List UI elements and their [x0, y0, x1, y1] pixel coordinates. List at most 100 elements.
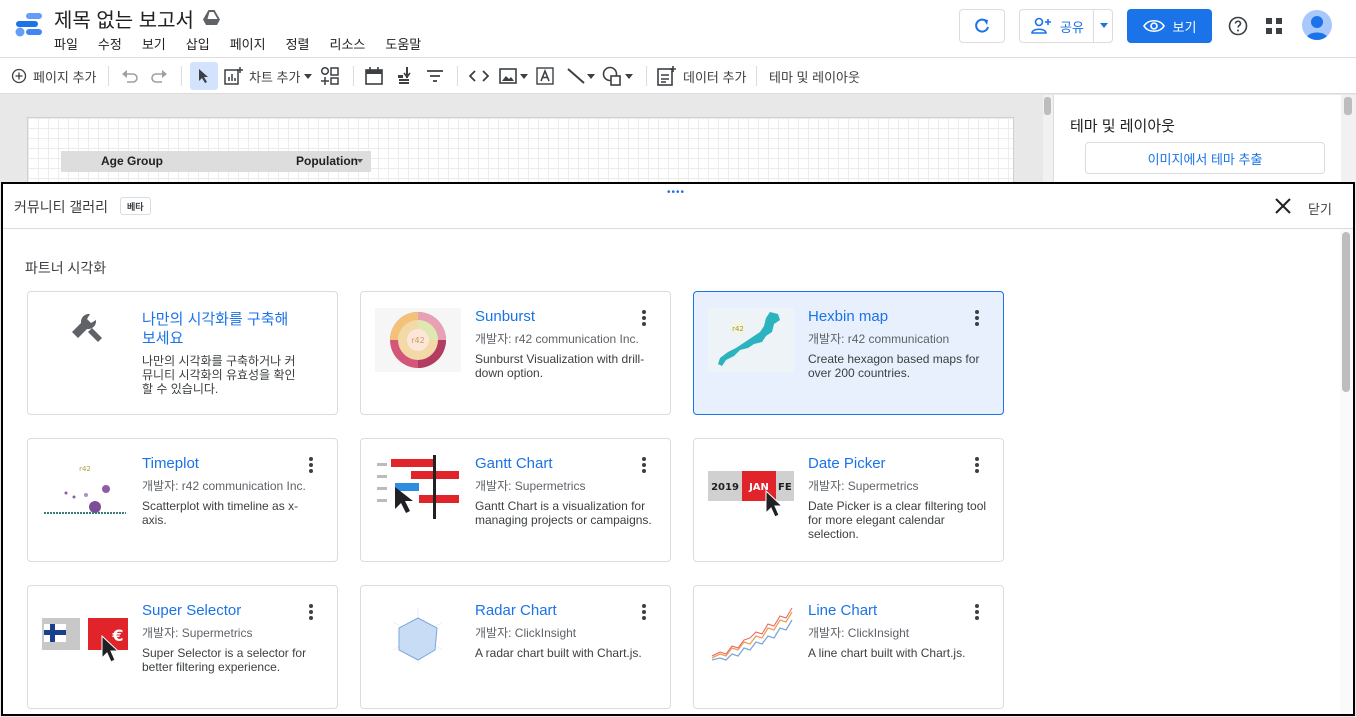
card-description: Scatterplot with timeline as x-axis.: [142, 499, 299, 527]
card-radar-chart[interactable]: Radar Chart 개발자: ClickInsight A radar ch…: [360, 585, 671, 709]
redo-icon: [151, 70, 167, 83]
gallery-scrollbar[interactable]: [1340, 229, 1353, 714]
menu-page[interactable]: 페이지: [230, 34, 266, 53]
toolbar-divider: [756, 66, 757, 86]
card-gantt-chart[interactable]: Gantt Chart 개발자: Supermetrics Gantt Char…: [360, 438, 671, 562]
view-button[interactable]: 보기: [1127, 9, 1212, 43]
dropdown-caret-icon: [520, 74, 528, 79]
menu-view[interactable]: 보기: [142, 34, 166, 53]
insert-line-button[interactable]: [566, 58, 596, 94]
apps-grid-icon[interactable]: [1266, 18, 1282, 34]
insert-image-button[interactable]: [499, 58, 529, 94]
card-title[interactable]: Super Selector: [142, 602, 241, 619]
menu-edit[interactable]: 수정: [98, 34, 122, 53]
more-options-icon[interactable]: [308, 604, 314, 622]
card-title[interactable]: Hexbin map: [808, 308, 888, 325]
canvas-scrollbar[interactable]: [1043, 95, 1053, 185]
more-options-icon[interactable]: [641, 604, 647, 622]
theme-layout-label: 테마 및 레이아웃: [769, 69, 860, 85]
card-title[interactable]: 나만의 시각화를 구축해 보세요: [142, 310, 302, 348]
looker-studio-logo-icon[interactable]: [12, 12, 42, 38]
close-icon[interactable]: [1274, 197, 1292, 215]
add-control-button[interactable]: [320, 58, 340, 94]
card-title[interactable]: Timeplot: [142, 455, 199, 472]
card-title[interactable]: Sunburst: [475, 308, 535, 325]
divider: [3, 228, 1353, 229]
sort-descending-icon[interactable]: [357, 159, 363, 163]
insert-shape-button[interactable]: [602, 58, 634, 94]
more-options-icon[interactable]: [974, 604, 980, 622]
share-dropdown-icon[interactable]: [1100, 23, 1108, 28]
add-page-label: 페이지 추가: [33, 69, 97, 85]
card-developer: 개발자: ClickInsight: [808, 626, 910, 640]
redo-button[interactable]: [150, 58, 168, 94]
data-control-button[interactable]: [396, 58, 412, 94]
card-hexbin-map[interactable]: r42 Hexbin map 개발자: r42 communication Cr…: [693, 291, 1004, 415]
thumbnail-logo-text: r42: [79, 465, 91, 473]
card-title[interactable]: Gantt Chart: [475, 455, 553, 472]
column-header-population[interactable]: Population: [296, 154, 358, 168]
avatar[interactable]: [1302, 10, 1332, 40]
card-title[interactable]: Radar Chart: [475, 602, 557, 619]
add-data-button[interactable]: 데이터 추가: [657, 58, 746, 94]
super-selector-thumbnail: €: [42, 602, 128, 666]
dropdown-caret-icon: [304, 74, 313, 79]
more-options-icon[interactable]: [974, 457, 980, 475]
card-description: Date Picker is a clear filtering tool fo…: [808, 499, 987, 541]
add-data-label: 데이터 추가: [683, 69, 747, 85]
more-options-icon[interactable]: [641, 310, 647, 328]
card-title[interactable]: Date Picker: [808, 455, 886, 472]
filter-control-button[interactable]: [426, 58, 444, 94]
scrollbar-thumb[interactable]: [1342, 232, 1350, 392]
sunburst-thumbnail: r42: [375, 308, 461, 372]
menu-arrange[interactable]: 정렬: [286, 34, 310, 53]
panel-title: 테마 및 레이아웃: [1070, 118, 1175, 135]
date-range-button[interactable]: [365, 58, 383, 94]
toolbar: 페이지 추가 차트 추가 데이터 추가 테마 및 레이아웃: [0, 58, 1356, 94]
card-super-selector[interactable]: € Super Selector 개발자: Supermetrics Super…: [27, 585, 338, 709]
menu-file[interactable]: 파일: [54, 34, 78, 53]
card-sunburst[interactable]: r42 Sunburst 개발자: r42 communication Inc.…: [360, 291, 671, 415]
card-developer: 개발자: r42 communication Inc.: [142, 479, 306, 493]
embed-url-button[interactable]: [469, 58, 489, 94]
card-build-your-own[interactable]: 나만의 시각화를 구축해 보세요 나만의 시각화를 구축하거나 커뮤니티 시각화…: [27, 291, 338, 415]
insert-text-button[interactable]: [536, 58, 554, 94]
add-person-icon: [1031, 17, 1051, 34]
card-timeplot[interactable]: r42 Timeplot 개발자: r42 communication Inc.…: [27, 438, 338, 562]
column-header-age-group[interactable]: Age Group: [101, 154, 163, 168]
scrollbar-thumb[interactable]: [1044, 97, 1051, 115]
add-page-button[interactable]: 페이지 추가: [11, 58, 96, 94]
menu-insert[interactable]: 삽입: [186, 34, 210, 53]
card-title[interactable]: Line Chart: [808, 602, 877, 619]
card-description: Gantt Chart is a visualization for manag…: [475, 499, 652, 527]
share-button[interactable]: 공유: [1019, 9, 1113, 43]
select-tool-button[interactable]: [190, 62, 218, 90]
more-options-icon[interactable]: [308, 457, 314, 475]
dropdown-caret-icon: [625, 74, 633, 79]
image-icon: [499, 68, 517, 84]
refresh-button[interactable]: [959, 9, 1005, 43]
gallery-title: 커뮤니티 갤러리: [14, 199, 109, 215]
google-drive-icon[interactable]: [203, 10, 220, 25]
scrollbar-thumb[interactable]: [1344, 97, 1352, 115]
close-button[interactable]: 닫기: [1308, 199, 1332, 218]
theme-layout-button[interactable]: 테마 및 레이아웃: [769, 58, 860, 94]
report-title[interactable]: 제목 없는 보고서: [54, 4, 194, 33]
more-options-icon[interactable]: [974, 310, 980, 328]
card-line-chart[interactable]: Line Chart 개발자: ClickInsight A line char…: [693, 585, 1004, 709]
card-description: Sunburst Visualization with drill-down o…: [475, 352, 645, 380]
undo-button[interactable]: [121, 58, 139, 94]
add-chart-button[interactable]: 차트 추가: [224, 58, 313, 94]
panel-scrollbar[interactable]: [1341, 95, 1356, 185]
card-date-picker[interactable]: 2019 JAN FE Date Picker 개발자: Supermetric…: [693, 438, 1004, 562]
more-options-icon[interactable]: [641, 457, 647, 475]
toolbar-divider: [457, 66, 458, 86]
controls-icon: [320, 66, 339, 85]
drawer-resize-handle[interactable]: ••••: [667, 187, 685, 198]
timeplot-thumbnail: r42: [42, 455, 128, 519]
help-icon[interactable]: [1228, 16, 1248, 36]
menu-resource[interactable]: 리소스: [330, 34, 366, 53]
extract-theme-button[interactable]: 이미지에서 테마 추출: [1085, 142, 1325, 174]
shapes-icon: [602, 66, 621, 86]
menu-help[interactable]: 도움말: [385, 34, 421, 53]
